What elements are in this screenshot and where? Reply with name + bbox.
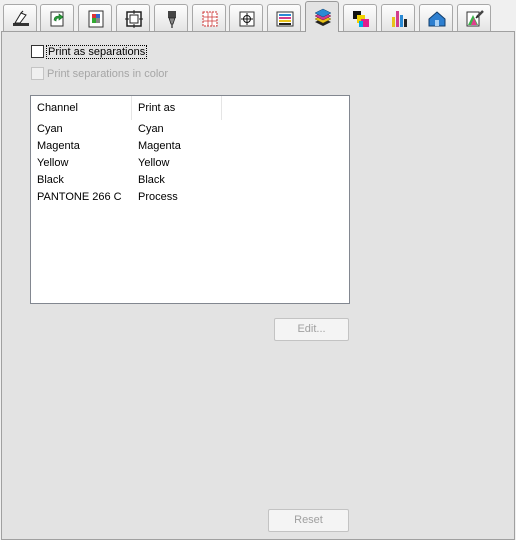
- reset-button[interactable]: Reset: [268, 509, 349, 532]
- pen-tip-icon: [168, 11, 176, 28]
- cmyk-squares-icon: [353, 11, 369, 27]
- tab-eyedropper-spectrum[interactable]: [457, 4, 491, 31]
- channel-cell: Magenta: [37, 140, 80, 152]
- channel-cell: Black: [37, 174, 64, 186]
- channel-list-header: Channel Print as: [31, 96, 349, 120]
- tab-strip: [0, 0, 516, 32]
- tab-printer-setup[interactable]: [3, 4, 37, 31]
- column-header-print-as[interactable]: Print as: [132, 96, 222, 120]
- tab-color-columns[interactable]: [381, 4, 415, 31]
- print-as-separations-checkbox[interactable]: [31, 45, 44, 58]
- column-header-channel[interactable]: Channel: [31, 96, 132, 120]
- edit-button[interactable]: Edit...: [274, 318, 349, 341]
- tab-pen-tip[interactable]: [154, 4, 188, 31]
- print-separations-in-color-label: Print separations in color: [47, 67, 169, 80]
- tab-separations[interactable]: [305, 1, 339, 32]
- tab-color-bars[interactable]: [267, 4, 301, 31]
- channel-list[interactable]: Channel Print as Cyan Cyan Magenta Magen…: [30, 95, 350, 304]
- table-row[interactable]: Magenta Magenta: [31, 138, 349, 155]
- registration-icon: [239, 11, 255, 27]
- channel-cell: Cyan: [37, 123, 63, 135]
- table-row[interactable]: Yellow Yellow: [31, 155, 349, 172]
- table-row[interactable]: Cyan Cyan: [31, 121, 349, 138]
- tab-blue-house[interactable]: [419, 4, 453, 31]
- color-columns-icon: [392, 11, 407, 27]
- tab-registration[interactable]: [229, 4, 263, 31]
- grid-marks-icon: [202, 11, 218, 27]
- tab-page-rotate[interactable]: [40, 4, 74, 31]
- page-rotate-icon: [50, 11, 64, 27]
- print-as-cell: Process: [138, 191, 178, 203]
- tab-cmyk-squares[interactable]: [343, 4, 377, 31]
- table-row[interactable]: PANTONE 266 C Process: [31, 189, 349, 206]
- color-bars-icon: [276, 11, 294, 27]
- table-row[interactable]: Black Black: [31, 172, 349, 189]
- tab-color-page[interactable]: [78, 4, 112, 31]
- frame-fit-icon: [125, 10, 143, 28]
- separations-stack-icon: [314, 8, 332, 26]
- printer-setup-icon: [13, 10, 29, 26]
- print-as-cell: Cyan: [138, 123, 164, 135]
- channel-cell: Yellow: [37, 157, 69, 169]
- print-as-separations-option[interactable]: Print as separations: [31, 44, 148, 59]
- blue-house-icon: [428, 11, 446, 27]
- separations-panel: Print as separations Print separations i…: [1, 31, 515, 540]
- print-as-separations-label[interactable]: Print as separations: [45, 44, 148, 59]
- print-as-cell: Yellow: [138, 157, 170, 169]
- print-as-cell: Magenta: [138, 140, 181, 152]
- print-as-cell: Black: [138, 174, 165, 186]
- print-separations-in-color-checkbox: [31, 67, 44, 80]
- eyedropper-spectrum-icon: [466, 10, 484, 27]
- color-page-icon: [88, 10, 104, 28]
- print-separations-in-color-option: Print separations in color: [31, 67, 168, 80]
- tab-grid-marks[interactable]: [192, 4, 226, 31]
- channel-cell: PANTONE 266 C: [37, 191, 122, 203]
- tab-frame-fit[interactable]: [116, 4, 150, 31]
